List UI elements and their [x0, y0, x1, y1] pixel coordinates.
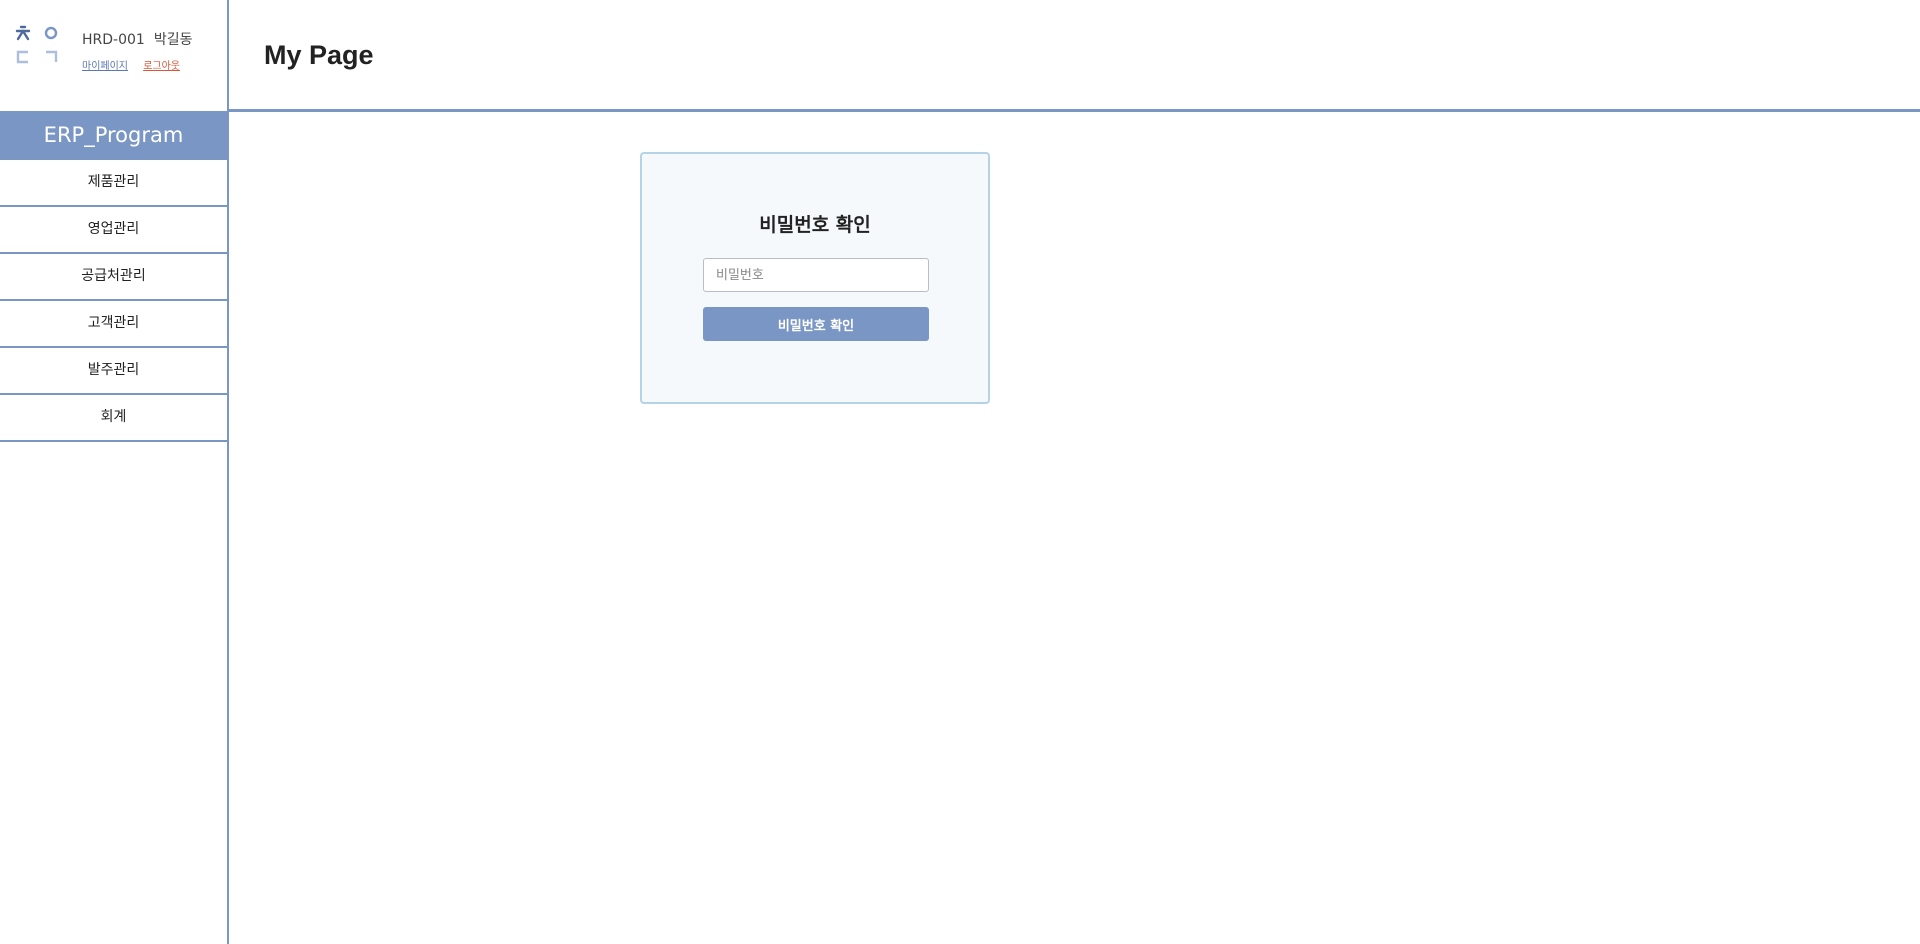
sidebar-item-order-management[interactable]: 발주관리 [0, 348, 227, 395]
sidebar-divider [227, 0, 229, 944]
app-window: HRD-001 박길동 마이페이지 로그아웃 ERP_Program 제품관리 영… [0, 0, 1920, 944]
sidebar-item-sales-management[interactable]: 영업관리 [0, 207, 227, 254]
page-header: My Page [229, 0, 1920, 111]
user-links: 마이페이지 로그아웃 [82, 57, 180, 72]
password-confirm-card: 비밀번호 확인 비밀번호 확인 [640, 152, 990, 404]
hangul-initials-logo-icon [14, 24, 62, 68]
sidebar-menu: 제품관리 영업관리 공급처관리 고객관리 발주관리 회계 [0, 160, 227, 442]
app-brand: ERP_Program [0, 111, 227, 160]
sidebar-item-accounting[interactable]: 회계 [0, 395, 227, 442]
logout-link[interactable]: 로그아웃 [143, 61, 180, 72]
user-identity: HRD-001 박길동 [82, 29, 192, 49]
sidebar-item-supplier-management[interactable]: 공급처관리 [0, 254, 227, 301]
page-title: My Page [264, 40, 374, 70]
sidebar: HRD-001 박길동 마이페이지 로그아웃 ERP_Program 제품관리 영… [0, 0, 227, 944]
mypage-link[interactable]: 마이페이지 [82, 61, 128, 72]
user-info-panel: HRD-001 박길동 마이페이지 로그아웃 [0, 0, 227, 110]
user-name: 박길동 [153, 32, 193, 48]
password-confirm-title: 비밀번호 확인 [759, 214, 871, 236]
sidebar-item-product-management[interactable]: 제품관리 [0, 160, 227, 207]
header-divider [229, 109, 1920, 112]
user-id: HRD-001 [82, 32, 145, 48]
sidebar-item-customer-management[interactable]: 고객관리 [0, 301, 227, 348]
password-confirm-button[interactable]: 비밀번호 확인 [703, 307, 929, 341]
password-input[interactable] [703, 258, 929, 292]
